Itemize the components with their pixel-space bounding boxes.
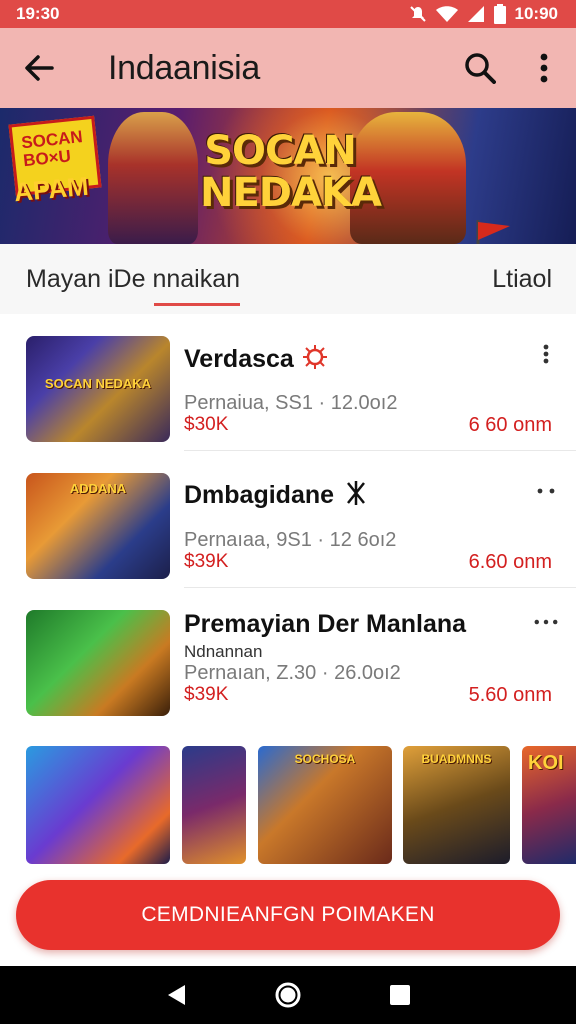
app-bar: Indaanisia <box>0 28 576 108</box>
carousel-tile[interactable]: SOCHOSA <box>258 746 392 864</box>
game-thumbnail <box>26 610 170 716</box>
notifications-off-icon <box>409 5 427 23</box>
game-price: $30K <box>184 414 229 435</box>
game-size: 6 60 onm <box>468 414 552 436</box>
battery-icon <box>493 4 506 24</box>
game-size: 5.60 onm <box>468 684 552 706</box>
list-item[interactable]: Premayian Der Manlana Ndnannan Pernaıan,… <box>0 588 576 726</box>
banner-hero-left <box>108 112 198 244</box>
thumb-label: SOCAN NEDAKA <box>44 376 152 391</box>
system-nav-bar <box>0 966 576 1024</box>
square-recents-icon <box>390 985 410 1005</box>
list-item[interactable]: SOCAN NEDAKA Verdasca Pernaiua, SS1 · 12… <box>0 314 576 451</box>
game-subtitle: Ndnannan <box>184 642 263 661</box>
game-price: $39K <box>184 684 229 705</box>
game-carousel[interactable]: SOCHOSA BUADMNNS KOI <box>0 740 576 870</box>
tile-label: BUADMNNS <box>421 752 492 766</box>
sparkle-icon <box>342 481 370 512</box>
status-time: 19:30 <box>16 4 60 23</box>
game-title: Premayian Der Manlana <box>184 610 467 638</box>
item-more-button[interactable] <box>534 342 558 366</box>
sparkle-icon <box>302 344 328 377</box>
nav-home-button[interactable] <box>268 975 308 1015</box>
item-more-button[interactable] <box>534 610 558 634</box>
banner-badge-text: SOCAN BO×U <box>20 127 84 171</box>
banner-logo-line2: NEDAKA <box>200 170 382 216</box>
item-more-button[interactable] <box>534 479 558 503</box>
screen: 19:30 10:90 Indaanisia SOCAN BO×U APAM S… <box>0 0 576 1024</box>
game-meta: Pernaıan, Z.30 · 26.0oı2 <box>184 662 401 684</box>
thumb-label: ADDANA <box>69 481 127 496</box>
carousel-tile[interactable] <box>182 746 246 864</box>
status-bar: 19:30 10:90 <box>0 0 576 28</box>
section-title-tab[interactable]: Mayan iDe nnaikan <box>26 265 241 306</box>
arrow-left-icon <box>25 55 54 81</box>
flag-icon <box>476 220 510 244</box>
game-list: SOCAN NEDAKA Verdasca Pernaiua, SS1 · 12… <box>0 314 576 726</box>
carousel-tile[interactable]: KOI <box>522 746 576 864</box>
circle-home-icon <box>275 982 301 1008</box>
game-meta: Pernaıaa, 9S1 · 12 6oı2 <box>184 529 397 551</box>
banner-logo: SOCAN NEDAKA <box>200 128 382 216</box>
back-button[interactable] <box>0 28 78 108</box>
status-battery-text: 10:90 <box>514 4 558 23</box>
game-title: Verdasca <box>184 344 328 377</box>
section-see-all-link[interactable]: Ltiaol <box>492 265 552 294</box>
banner-logo-line1: SOCAN <box>204 128 357 174</box>
carousel-tile[interactable] <box>26 746 170 864</box>
more-horiz-icon <box>537 488 555 494</box>
more-vert-icon <box>540 53 548 83</box>
search-button[interactable] <box>448 28 512 108</box>
signal-icon <box>467 5 485 23</box>
primary-cta-button[interactable]: CEMDNIEANFGN POIMAKEN <box>16 880 560 950</box>
section-header: Mayan iDe nnaikan Ltiaol <box>0 244 576 314</box>
list-item[interactable]: ADDANA Dmbagidane Pernaıaa, 9S1 · 12 6oı… <box>0 451 576 588</box>
search-icon <box>465 53 496 84</box>
tile-label: KOI <box>528 752 564 774</box>
game-title: Dmbagidane <box>184 481 370 512</box>
status-icons: 10:90 <box>409 4 558 24</box>
promo-banner[interactable]: SOCAN BO×U APAM SOCAN NEDAKA <box>0 108 576 244</box>
overflow-menu-button[interactable] <box>512 28 576 108</box>
wifi-icon <box>435 5 458 23</box>
game-thumbnail: SOCAN NEDAKA <box>26 336 170 442</box>
triangle-back-icon <box>168 985 185 1005</box>
game-thumbnail: ADDANA <box>26 473 170 579</box>
tile-label: SOCHOSA <box>294 752 356 766</box>
banner-badge-tag: APAM <box>12 170 90 208</box>
page-title: Indaanisia <box>108 48 261 87</box>
game-size: 6.60 onm <box>468 551 552 573</box>
nav-back-button[interactable] <box>156 975 196 1015</box>
more-horiz-icon <box>534 619 558 625</box>
more-vert-icon <box>543 344 549 364</box>
carousel-tile[interactable]: BUADMNNS <box>403 746 510 864</box>
nav-recents-button[interactable] <box>380 975 420 1015</box>
game-price: $39K <box>184 551 229 572</box>
game-meta: Pernaiua, SS1 · 12.0oı2 <box>184 392 398 414</box>
